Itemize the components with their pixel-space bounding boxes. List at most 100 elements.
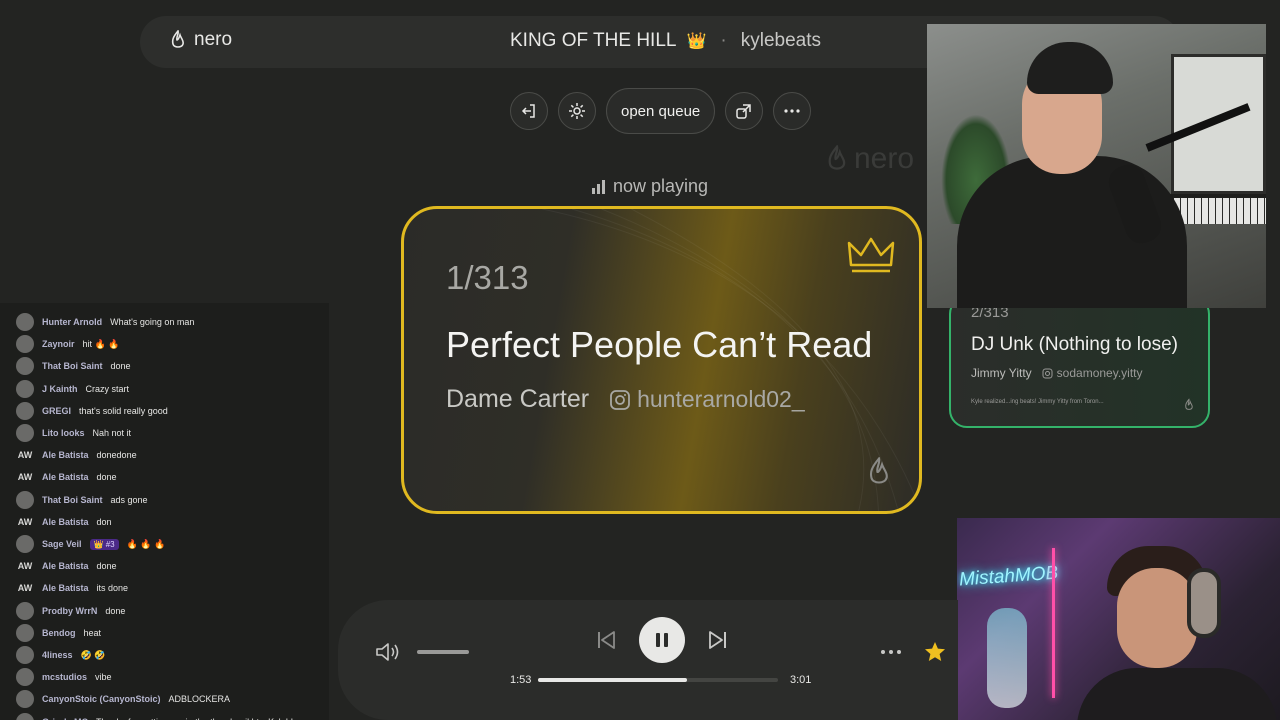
open-queue-button[interactable]: open queue bbox=[606, 88, 716, 134]
streamer-cap bbox=[1027, 42, 1113, 94]
chat-text: done bbox=[96, 561, 117, 572]
next-instagram-handle: sodamoney.yitty bbox=[1056, 366, 1143, 380]
crown-icon bbox=[847, 237, 895, 273]
next-track-description: Kyle realized...ing beats! Jimmy Yitty f… bbox=[971, 399, 1104, 405]
neon-sign: MistahMOB bbox=[958, 562, 1059, 591]
instagram-link[interactable]: hunterarnold02_ bbox=[609, 386, 805, 413]
nero-flame-icon bbox=[171, 30, 184, 48]
next-track-card[interactable]: 2/313 DJ Unk (Nothing to lose) Jimmy Yit… bbox=[949, 296, 1210, 428]
title-separator: · bbox=[720, 30, 727, 51]
chat-message: Sage Veil 👑 #3 🔥 🔥 🔥 bbox=[16, 535, 165, 553]
chat-username[interactable]: Ale Batista bbox=[42, 450, 89, 460]
settings-button[interactable] bbox=[558, 92, 596, 130]
chat-text: donedone bbox=[96, 450, 137, 461]
chat-avatar[interactable] bbox=[16, 357, 34, 376]
chat-message: AW Ale Batista done bbox=[16, 468, 117, 486]
chat-username[interactable]: Ale Batista bbox=[42, 561, 89, 571]
chat-avatar[interactable] bbox=[16, 313, 34, 331]
chat-avatar[interactable]: AW bbox=[16, 468, 34, 486]
chat-avatar[interactable] bbox=[16, 646, 34, 664]
next-instagram-link[interactable]: sodamoney.yitty bbox=[1042, 366, 1143, 380]
current-track-card[interactable]: 1/313 Perfect People Can’t Read Dame Car… bbox=[401, 206, 922, 514]
chat-avatar[interactable]: AW bbox=[16, 513, 34, 531]
chat-username[interactable]: Sage Veil bbox=[42, 539, 82, 549]
total-time: 3:01 bbox=[790, 674, 812, 686]
chat-username[interactable]: That Boi Saint bbox=[42, 495, 103, 505]
chat-text: What's going on man bbox=[110, 317, 195, 327]
chat-username[interactable]: Ale Batista bbox=[42, 583, 89, 593]
progress-bar[interactable] bbox=[538, 678, 778, 682]
chat-text: hit 🔥 🔥 bbox=[82, 338, 120, 349]
chat-avatar[interactable] bbox=[16, 712, 34, 720]
brand-name: nero bbox=[194, 29, 233, 50]
chat-avatar[interactable] bbox=[16, 690, 34, 709]
gear-icon bbox=[569, 103, 585, 119]
song-title: Perfect People Can’t Read bbox=[446, 324, 873, 365]
chat-text: done bbox=[96, 472, 117, 483]
chat-text: Nah not it bbox=[92, 428, 132, 438]
previous-track-icon[interactable] bbox=[594, 628, 618, 652]
chat-avatar[interactable] bbox=[16, 424, 34, 442]
chat-avatar[interactable]: AW bbox=[16, 579, 34, 597]
track-position-total: /313 bbox=[464, 259, 529, 296]
play-pause-button[interactable] bbox=[639, 617, 685, 663]
chat-username[interactable]: Zaynoir bbox=[42, 339, 75, 349]
headphone bbox=[1187, 568, 1221, 638]
artist-row: Dame Carter hunterarnold02_ bbox=[446, 385, 805, 414]
brand-logo[interactable]: nero bbox=[170, 29, 232, 51]
chat-message: That Boi Saint ads gone bbox=[16, 490, 148, 509]
chat-text: ads gone bbox=[110, 494, 148, 505]
chat-text: heat bbox=[83, 627, 102, 638]
volume-icon[interactable] bbox=[374, 640, 402, 664]
chat-avatar[interactable] bbox=[16, 668, 34, 687]
chat-username[interactable]: GREGI bbox=[42, 406, 71, 416]
chat-message: Prodby WrrN done bbox=[16, 601, 125, 620]
chat-username[interactable]: 4liness bbox=[42, 650, 73, 660]
chat-avatar[interactable] bbox=[16, 623, 34, 642]
chat-message: Grizzly MC Thanks for putting me in the t… bbox=[16, 712, 293, 720]
chat-avatar[interactable] bbox=[16, 601, 34, 620]
chat-username[interactable]: Ale Batista bbox=[42, 517, 89, 527]
chat-avatar[interactable]: AW bbox=[16, 446, 34, 464]
next-track-icon[interactable] bbox=[706, 628, 730, 652]
chat-avatar[interactable] bbox=[16, 535, 34, 553]
chat-message: That Boi Saint done bbox=[16, 357, 131, 376]
more-options-icon[interactable] bbox=[879, 648, 903, 656]
neon-strip bbox=[1052, 548, 1055, 698]
room-title-row: KING OF THE HILL 👑 · kylebeats bbox=[510, 30, 821, 52]
chat-avatar[interactable] bbox=[16, 379, 34, 398]
chat-message: AW Ale Batista done bbox=[16, 557, 117, 575]
track-position-current: 1 bbox=[446, 259, 465, 296]
chat-avatar[interactable] bbox=[16, 335, 34, 354]
instagram-icon bbox=[1042, 368, 1053, 378]
chat-message: AW Ale Batista its done bbox=[16, 579, 128, 597]
exit-button[interactable] bbox=[510, 92, 548, 130]
more-dots-icon bbox=[784, 109, 800, 113]
chat-username[interactable]: Lito looks bbox=[42, 428, 85, 438]
figurine bbox=[987, 608, 1027, 708]
chat-username[interactable]: Grizzly MC bbox=[42, 717, 88, 720]
chat-message: Bendog heat bbox=[16, 623, 102, 642]
chat-username[interactable]: CanyonStoic (CanyonStoic) bbox=[42, 694, 161, 704]
chat-username[interactable]: Ale Batista bbox=[42, 472, 89, 482]
chat-username[interactable]: Prodby WrrN bbox=[42, 606, 97, 616]
chat-username[interactable]: mcstudios bbox=[42, 672, 87, 682]
chat-avatar[interactable]: AW bbox=[16, 557, 34, 575]
volume-slider[interactable] bbox=[417, 650, 469, 654]
chat-username[interactable]: Bendog bbox=[42, 628, 76, 638]
chat-text: that's solid really good bbox=[79, 405, 168, 416]
chat-username[interactable]: That Boi Saint bbox=[42, 361, 103, 371]
host-name[interactable]: kylebeats bbox=[741, 30, 821, 52]
more-button[interactable] bbox=[773, 92, 812, 130]
room-title: KING OF THE HILL bbox=[510, 30, 677, 51]
chat-panel[interactable]: Hunter Arnold What's going on man Zaynoir h… bbox=[0, 303, 329, 720]
chat-avatar[interactable] bbox=[16, 401, 34, 420]
chat-username[interactable]: J Kainth bbox=[42, 384, 78, 394]
favorite-star-icon[interactable] bbox=[923, 640, 947, 664]
streamer-webcam bbox=[927, 24, 1266, 308]
exit-icon bbox=[521, 104, 535, 118]
share-button[interactable] bbox=[725, 92, 764, 130]
chat-avatar[interactable] bbox=[16, 490, 34, 509]
chat-message: 4liness 🤣 🤣 bbox=[16, 646, 105, 664]
chat-username[interactable]: Hunter Arnold bbox=[42, 317, 102, 327]
